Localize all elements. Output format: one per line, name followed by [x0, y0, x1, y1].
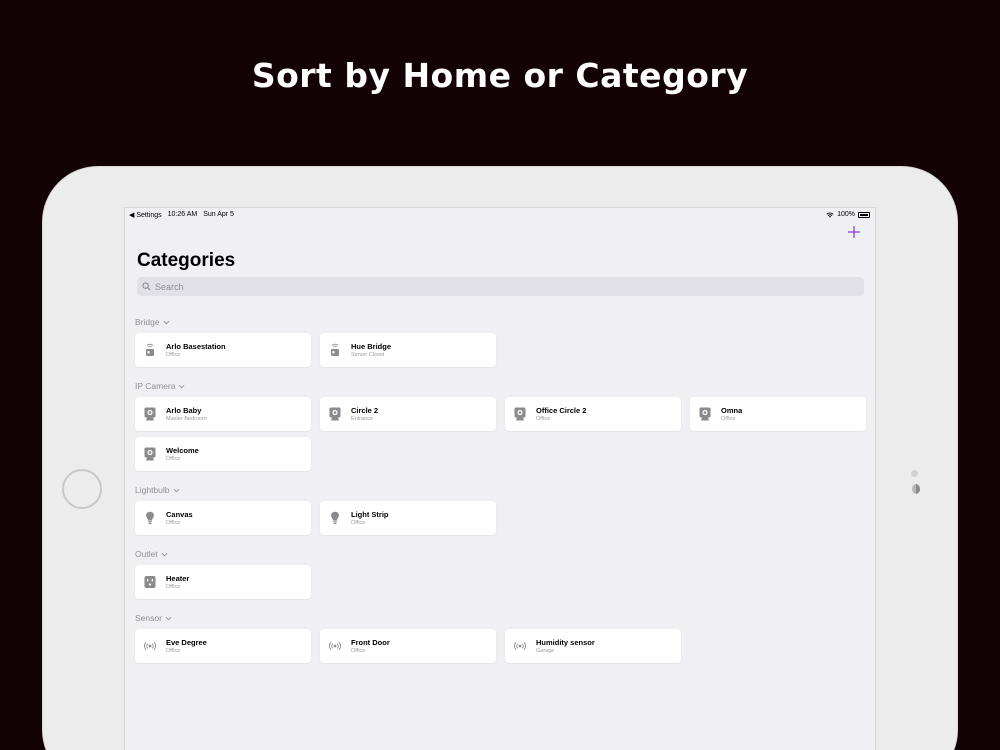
accessory-name: Omna — [721, 406, 743, 415]
battery-percent: 100% — [837, 211, 855, 218]
front-camera-dot — [911, 470, 918, 477]
accessory-room: Office — [721, 416, 736, 422]
section-header-ip-camera[interactable]: IP Camera — [135, 381, 185, 391]
search-icon — [142, 282, 151, 291]
status-date: Sun Apr 5 — [203, 211, 234, 218]
accessory-tile[interactable]: Hue Bridge Server Closet — [320, 333, 496, 367]
camera-lens — [912, 484, 920, 494]
battery-icon — [858, 211, 870, 218]
section-title: Lightbulb — [135, 485, 170, 495]
accessory-room: Office — [536, 416, 551, 422]
accessory-name: Canvas — [166, 510, 193, 519]
accessory-name: Humidity sensor — [536, 638, 595, 647]
accessory-name: Arlo Baby — [166, 406, 202, 415]
section-title: Bridge — [135, 317, 160, 327]
accessory-tile[interactable]: Arlo Basestation Office — [135, 333, 311, 367]
accessory-tile[interactable]: Arlo Baby Master Bedroom — [135, 397, 311, 431]
accessory-tile[interactable]: Welcome Office — [135, 437, 311, 471]
accessory-room: Entrance — [351, 416, 374, 422]
accessory-tile[interactable]: Humidity sensor Garage — [505, 629, 681, 663]
chevron-down-icon — [161, 552, 168, 556]
accessory-room: Office — [166, 584, 181, 590]
accessory-name: Eve Degree — [166, 638, 207, 647]
accessory-tile[interactable]: Front Door Office — [320, 629, 496, 663]
section-title: Outlet — [135, 549, 158, 559]
camera-icon — [329, 407, 341, 421]
accessory-room: Garage — [536, 648, 555, 654]
section-header-outlet[interactable]: Outlet — [135, 549, 168, 559]
section-header-lightbulb[interactable]: Lightbulb — [135, 485, 180, 495]
chevron-down-icon — [179, 384, 185, 388]
accessory-room: Office — [166, 520, 181, 526]
status-time: 10:26 AM — [167, 211, 198, 218]
add-accessory-button[interactable] — [847, 225, 861, 239]
section-header-bridge[interactable]: Bridge — [135, 317, 170, 327]
accessory-tile[interactable]: Heater Office — [135, 565, 311, 599]
wifi-icon — [826, 211, 834, 218]
camera-icon — [144, 447, 156, 461]
accessory-room: Office — [166, 352, 181, 358]
app-screen: ◀ Settings 10:26 AM Sun Apr 5 100% Categ… — [124, 207, 876, 750]
lightbulb-icon — [329, 511, 341, 525]
bridge-icon — [329, 343, 341, 357]
accessory-room: Office — [351, 648, 366, 654]
accessory-name: Light Strip — [351, 510, 389, 519]
accessory-name: Arlo Basestation — [166, 342, 226, 351]
camera-icon — [144, 407, 156, 421]
sensor-icon — [329, 639, 341, 653]
chevron-down-icon — [165, 616, 172, 620]
search-input[interactable] — [155, 281, 835, 292]
home-button[interactable] — [62, 469, 102, 509]
section-title: Sensor — [135, 613, 162, 623]
accessory-name: Front Door — [351, 638, 390, 647]
accessory-tile[interactable]: Canvas Office — [135, 501, 311, 535]
sensor-icon — [514, 639, 526, 653]
sensor-icon — [144, 639, 156, 653]
status-bar: ◀ Settings 10:26 AM Sun Apr 5 100% — [125, 208, 875, 222]
promo-headline: Sort by Home or Category — [251, 56, 749, 95]
accessory-name: Welcome — [166, 446, 199, 455]
lightbulb-icon — [144, 511, 156, 525]
accessory-room: Office — [351, 520, 366, 526]
accessory-room: Server Closet — [351, 352, 385, 358]
back-to-settings-link[interactable]: ◀ Settings — [129, 211, 162, 219]
camera-icon — [514, 407, 526, 421]
accessory-name: Heater — [166, 574, 190, 583]
accessory-tile[interactable]: Light Strip Office — [320, 501, 496, 535]
search-bar[interactable] — [137, 277, 864, 296]
accessory-name: Circle 2 — [351, 406, 379, 415]
camera-icon — [699, 407, 711, 421]
section-title: IP Camera — [135, 381, 176, 391]
outlet-icon — [144, 575, 156, 589]
accessory-name: Hue Bridge — [351, 342, 392, 351]
section-header-sensor[interactable]: Sensor — [135, 613, 172, 623]
page-title: Categories — [137, 250, 236, 271]
accessory-tile[interactable]: Circle 2 Entrance — [320, 397, 496, 431]
accessory-room: Master Bedroom — [166, 416, 207, 422]
accessory-tile[interactable]: Omna Office — [690, 397, 866, 431]
accessory-tile[interactable]: Office Circle 2 Office — [505, 397, 681, 431]
bridge-icon — [144, 343, 156, 357]
chevron-down-icon — [163, 320, 170, 324]
accessory-tile[interactable]: Eve Degree Office — [135, 629, 311, 663]
chevron-down-icon — [173, 488, 179, 492]
accessory-name: Office Circle 2 — [536, 406, 587, 415]
accessory-room: Office — [166, 648, 181, 654]
accessory-room: Office — [166, 456, 181, 462]
